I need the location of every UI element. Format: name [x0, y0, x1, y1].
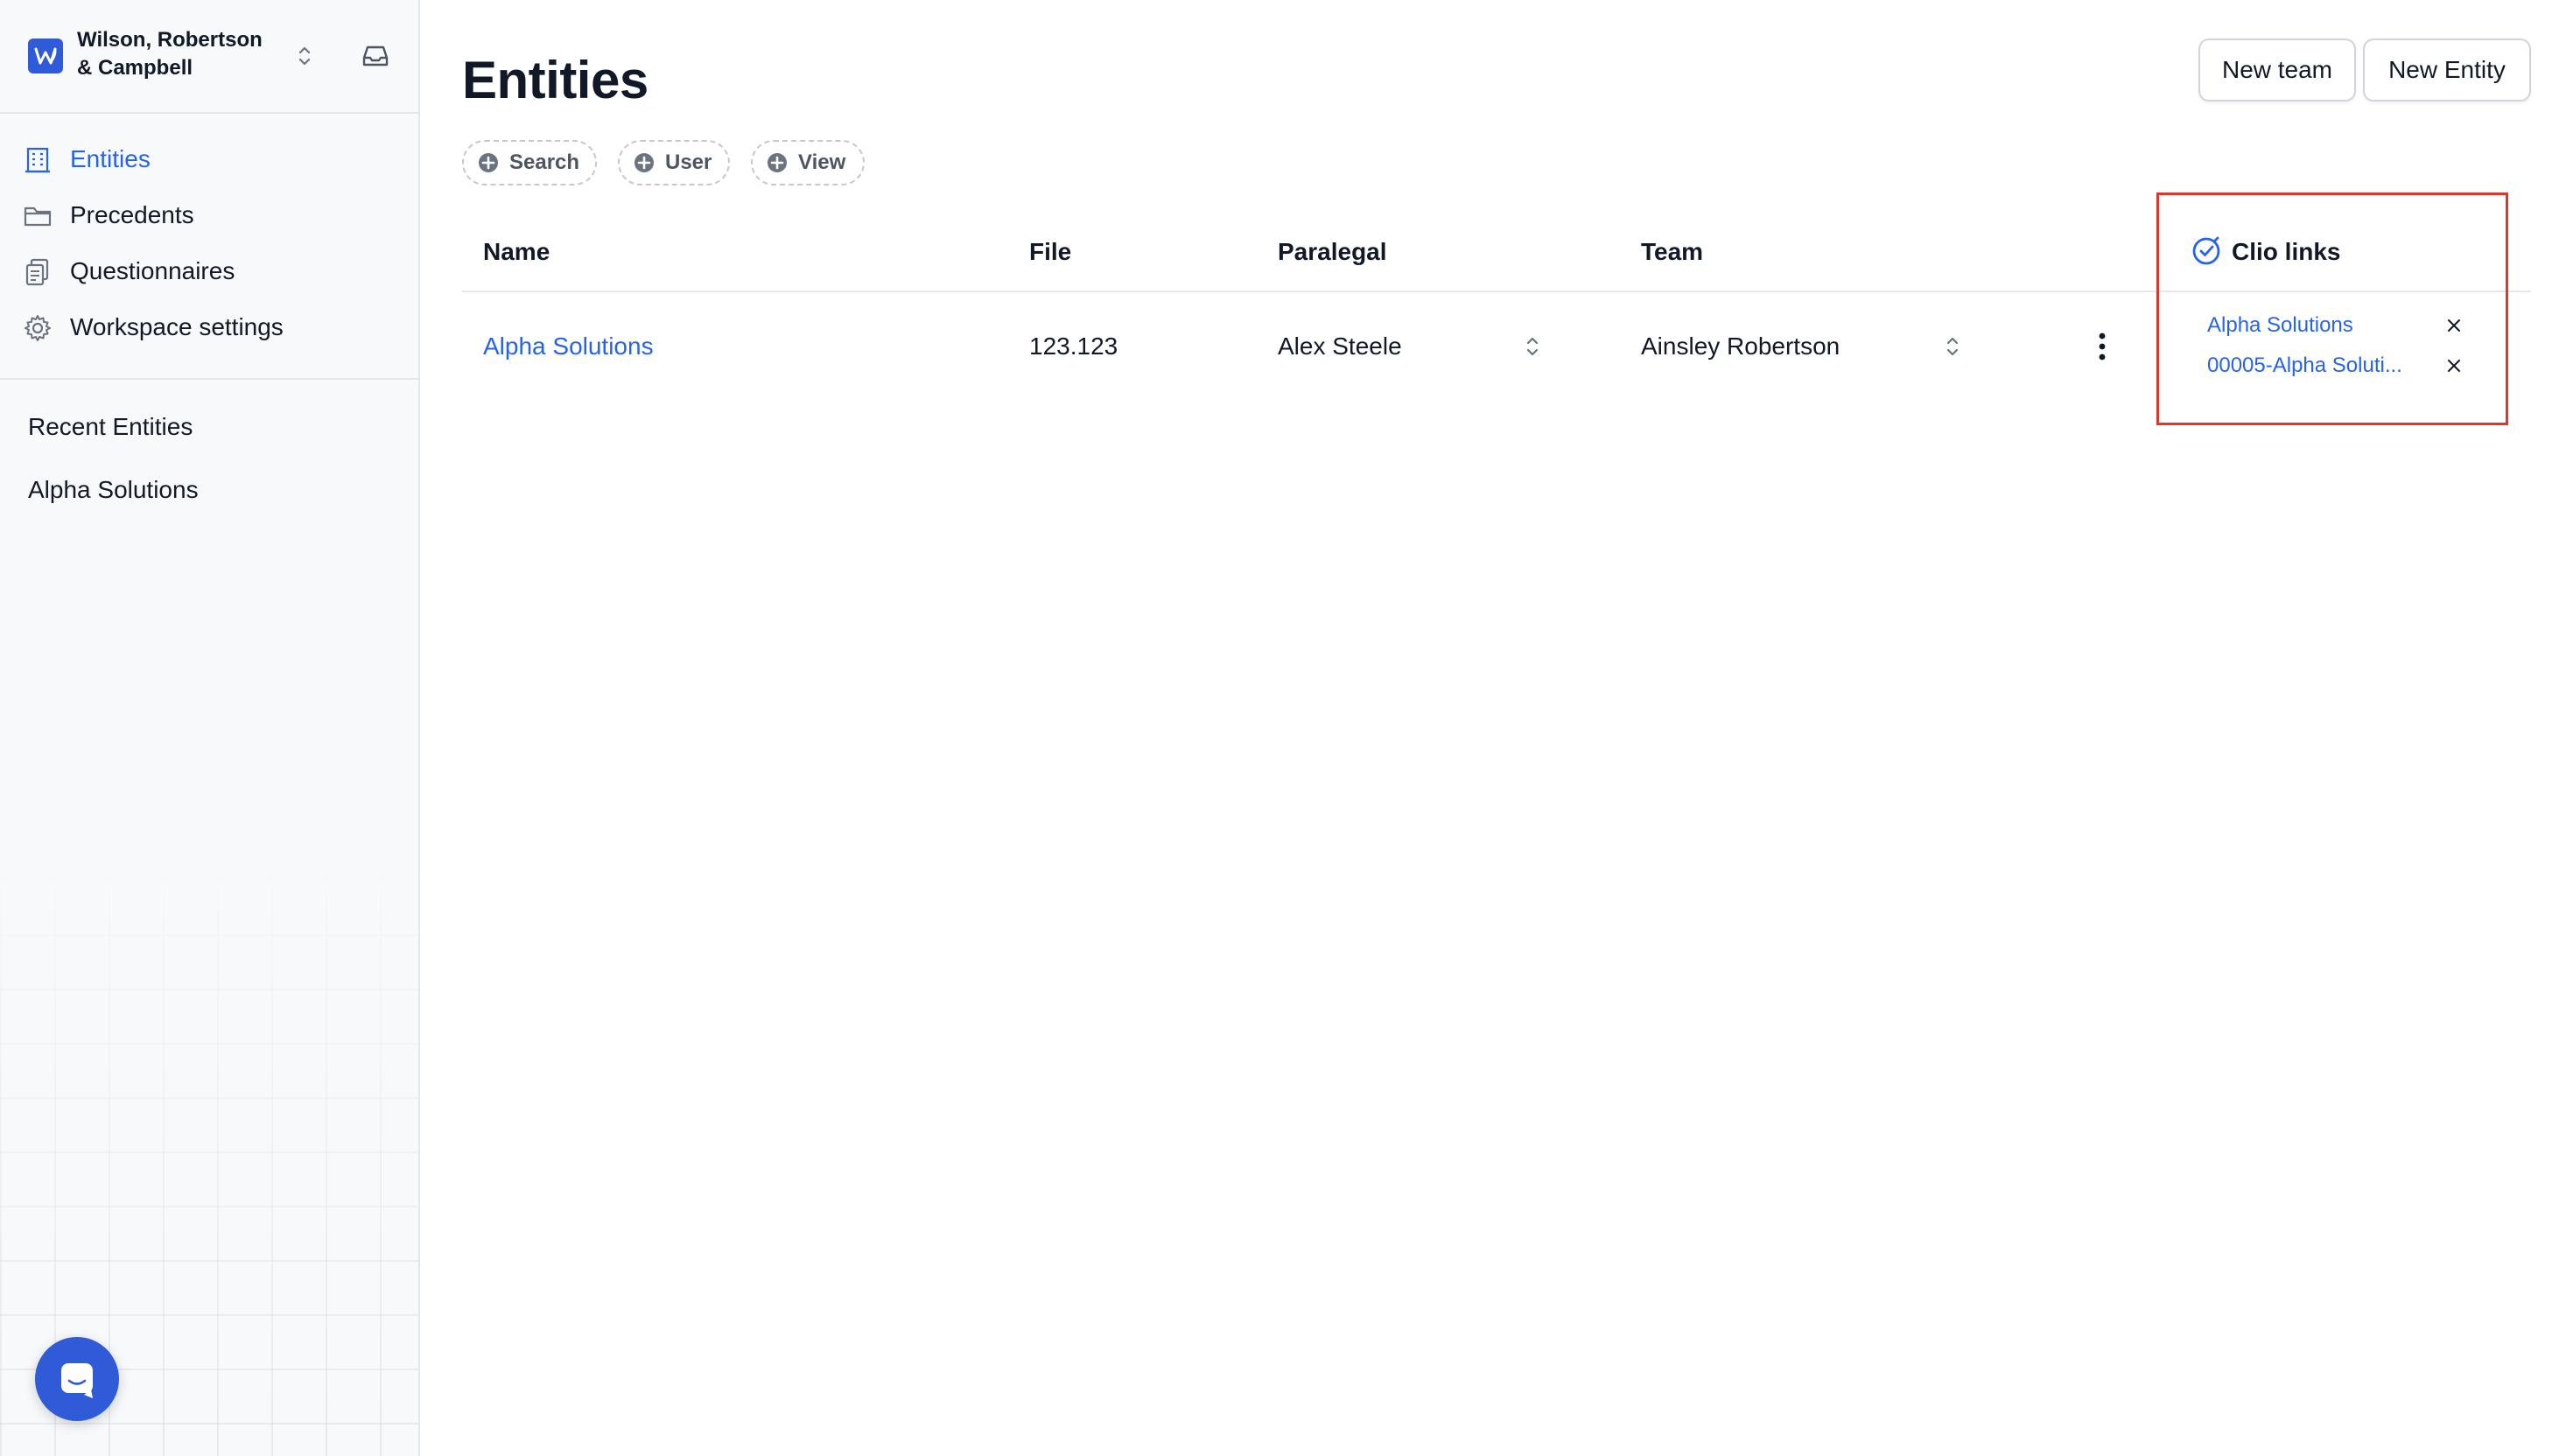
sidebar-item-workspace-settings[interactable]: Workspace settings: [0, 299, 418, 355]
sidebar-nav: Entities Precedents Questionnaires Works…: [0, 131, 418, 355]
sidebar-item-label: Precedents: [70, 201, 194, 228]
sidebar-item-questionnaires[interactable]: Questionnaires: [0, 243, 418, 299]
clio-links-heading: Clio links: [2232, 238, 2341, 265]
paralegal-select[interactable]: Alex Steele: [1278, 327, 1402, 366]
plus-circle-icon: [479, 153, 498, 172]
more-options-icon[interactable]: [2088, 327, 2116, 366]
column-header-team[interactable]: Team: [1641, 233, 1703, 271]
plus-circle-icon: [768, 153, 787, 172]
filter-chip-user[interactable]: User: [618, 140, 730, 186]
column-header-name[interactable]: Name: [483, 233, 550, 271]
page-title: Entities: [462, 51, 649, 109]
check-circle-icon: [2192, 236, 2220, 265]
filter-chip-search[interactable]: Search: [462, 140, 597, 186]
building-icon: [25, 147, 50, 173]
workspace-logo-icon: [28, 38, 63, 74]
sidebar-item-label: Entities: [70, 145, 151, 172]
recent-entity-item[interactable]: Alpha Solutions: [28, 472, 199, 508]
workspace-name[interactable]: Wilson, Robertson & Campbell: [77, 26, 278, 82]
entity-file-number: 123.123: [1029, 332, 1118, 360]
filter-chip-label: Search: [509, 150, 580, 174]
chevron-up-down-icon[interactable]: [1523, 332, 1542, 360]
clipboard-icon: [25, 258, 49, 286]
folder-icon: [24, 206, 52, 227]
clio-link-item[interactable]: 00005-Alpha Soluti...: [2207, 350, 2426, 382]
highlight-annotation-box: [2156, 192, 2508, 425]
filter-chip-label: User: [665, 150, 712, 174]
sidebar-item-entities[interactable]: Entities: [0, 131, 418, 187]
sidebar: Wilson, Robertson & Campbell Entities Pr…: [0, 0, 420, 1456]
entity-name-link[interactable]: Alpha Solutions: [483, 327, 654, 366]
app-window: Wilson, Robertson & Campbell Entities Pr…: [0, 0, 2573, 1456]
chevron-up-down-icon[interactable]: [294, 44, 315, 68]
chevron-up-down-icon[interactable]: [1943, 332, 1962, 360]
new-team-button[interactable]: New team: [2198, 38, 2356, 102]
filter-chip-label: View: [798, 150, 846, 174]
clio-link-item[interactable]: Alpha Solutions: [2207, 310, 2426, 341]
chat-support-button[interactable]: [35, 1337, 119, 1421]
recent-entities-heading: Recent Entities: [28, 413, 193, 440]
sidebar-item-label: Questionnaires: [70, 257, 235, 284]
close-icon[interactable]: [2443, 315, 2464, 336]
column-header-file[interactable]: File: [1029, 233, 1071, 271]
filter-chip-view[interactable]: View: [751, 140, 865, 186]
workspace-header: Wilson, Robertson & Campbell: [0, 0, 418, 114]
close-icon[interactable]: [2443, 355, 2464, 376]
sidebar-item-precedents[interactable]: Precedents: [0, 187, 418, 243]
chat-icon: [61, 1363, 93, 1398]
column-header-paralegal[interactable]: Paralegal: [1278, 233, 1387, 271]
team-select[interactable]: Ainsley Robertson: [1641, 327, 1840, 366]
gear-icon: [25, 315, 51, 341]
sidebar-divider: [0, 378, 418, 380]
plus-circle-icon: [634, 153, 654, 172]
new-entity-button[interactable]: New Entity: [2363, 38, 2531, 102]
sidebar-item-label: Workspace settings: [70, 313, 284, 340]
inbox-icon[interactable]: [361, 42, 390, 70]
